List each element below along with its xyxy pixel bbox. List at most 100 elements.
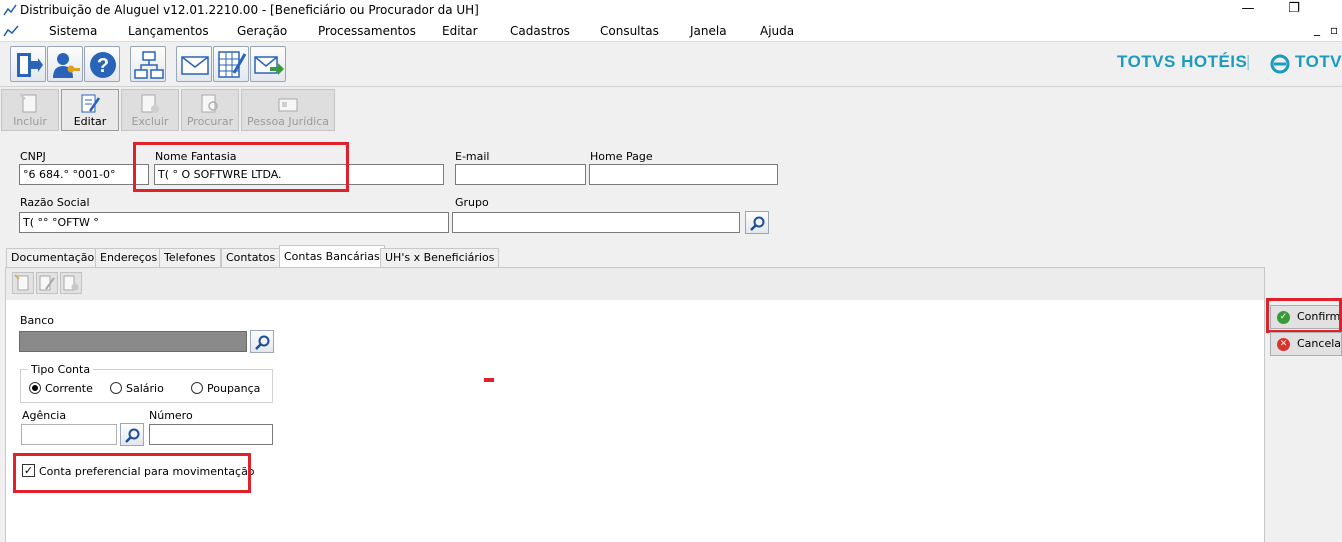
red-marker — [484, 378, 494, 382]
radio-salario[interactable] — [110, 382, 122, 394]
menu-cadastros[interactable]: Cadastros — [510, 24, 570, 38]
razao-social-field[interactable]: T( °° °OFTW ° — [19, 212, 449, 233]
grupo-lookup-button[interactable] — [745, 211, 769, 234]
mdi-chart-icon — [3, 25, 19, 37]
menu-ajuda[interactable]: Ajuda — [760, 24, 794, 38]
procurar-label: Procurar — [186, 115, 234, 128]
email-label: E-mail — [455, 150, 490, 163]
org-chart-button[interactable] — [130, 46, 166, 82]
salario-label: Salário — [126, 382, 164, 395]
confirmar-highlight — [1266, 298, 1342, 333]
exit-button[interactable] — [10, 46, 46, 82]
search-icon — [750, 216, 765, 231]
svg-text:?: ? — [97, 55, 109, 77]
spreadsheet-edit-icon — [218, 51, 247, 78]
incluir-button[interactable]: Incluir — [1, 89, 59, 131]
user-permissions-button[interactable] — [47, 46, 83, 82]
agencia-lookup-button[interactable] — [120, 423, 144, 446]
user-key-icon — [53, 53, 80, 78]
tab-contatos[interactable]: Contatos — [221, 248, 281, 267]
delete-document-icon — [63, 275, 79, 291]
window-title: Distribuição de Aluguel v12.01.2210.00 -… — [20, 3, 479, 17]
conta-preferencial-highlight — [13, 453, 251, 493]
editar-label: Editar — [73, 115, 107, 128]
cnpj-field[interactable]: °6 684.° °001-0° — [19, 164, 149, 185]
pessoa-juridica-label: Pessoa Jurídica — [246, 115, 330, 128]
search-document-icon — [201, 94, 218, 113]
tipo-conta-label: Tipo Conta — [28, 363, 94, 376]
cancelar-button[interactable]: ✕ Cancelar — [1270, 332, 1342, 356]
brand-separator: | — [1246, 52, 1251, 71]
cancelar-label: Cancelar — [1297, 337, 1342, 350]
menu-geracao[interactable]: Geração — [237, 24, 287, 38]
excluir-label: Excluir — [131, 115, 169, 128]
excluir-button[interactable]: Excluir — [121, 89, 179, 131]
agencia-field[interactable] — [21, 424, 117, 445]
radio-corrente[interactable] — [29, 382, 41, 394]
spreadsheet-edit-button[interactable] — [213, 46, 249, 82]
search-icon — [125, 428, 140, 443]
menu-editar[interactable]: Editar — [442, 24, 478, 38]
child-minimize-button[interactable]: _ — [1314, 22, 1320, 36]
razao-social-label: Razão Social — [20, 196, 90, 209]
add-account-button[interactable] — [12, 272, 34, 294]
new-document-icon — [19, 93, 37, 113]
tab-telefones[interactable]: Telefones — [159, 248, 221, 267]
editar-button[interactable]: Editar — [61, 89, 119, 131]
procurar-button[interactable]: Procurar — [181, 89, 239, 131]
menu-lancamentos[interactable]: Lançamentos — [128, 24, 209, 38]
totvs-logo-text: TOTVS — [1295, 52, 1342, 71]
cancel-circle-icon: ✕ — [1277, 338, 1290, 351]
nome-fantasia-highlight — [133, 142, 349, 192]
edit-account-button[interactable] — [36, 272, 58, 294]
totvs-hoteis-logo: TOTVS HOTÉIS — [1117, 52, 1248, 71]
corrente-label: Corrente — [45, 382, 93, 395]
edit-document-icon — [39, 275, 55, 291]
banco-lookup-button[interactable] — [250, 330, 274, 353]
menu-bar: Sistema Lançamentos Geração Processament… — [0, 20, 1342, 42]
numero-field[interactable] — [149, 424, 273, 445]
company-card-icon — [278, 98, 298, 112]
mail-button[interactable] — [176, 46, 212, 82]
menu-janela[interactable]: Janela — [690, 24, 727, 38]
menu-processamentos[interactable]: Processamentos — [318, 24, 416, 38]
banco-field[interactable] — [19, 331, 247, 352]
restore-button[interactable]: ❐ — [1271, 0, 1317, 20]
minimize-button[interactable]: — — [1225, 0, 1271, 20]
tab-uhs-beneficiarios[interactable]: UH's x Beneficiários — [380, 248, 500, 267]
mail-icon — [181, 56, 209, 75]
radio-poupanca[interactable] — [191, 382, 203, 394]
pessoa-juridica-button[interactable]: Pessoa Jurídica — [241, 89, 335, 131]
email-field[interactable] — [455, 164, 586, 185]
tab-contas-bancarias[interactable]: Contas Bancárias — [279, 245, 385, 268]
grupo-field[interactable] — [452, 212, 740, 233]
tab-documentacao[interactable]: Documentação — [6, 248, 100, 267]
home-page-label: Home Page — [590, 150, 653, 163]
tab-enderecos[interactable]: Endereços — [95, 248, 163, 267]
search-icon — [255, 335, 270, 350]
title-bar: Distribuição de Aluguel v12.01.2210.00 -… — [0, 0, 1342, 20]
banco-label: Banco — [20, 314, 55, 327]
menu-consultas[interactable]: Consultas — [600, 24, 659, 38]
app-chart-icon — [3, 4, 17, 16]
accounts-toolbar — [6, 268, 1264, 300]
org-chart-icon — [134, 51, 164, 79]
numero-label: Número — [149, 409, 193, 422]
grupo-label: Grupo — [455, 196, 489, 209]
cnpj-label: CNPJ — [20, 150, 46, 163]
help-button[interactable]: ? — [84, 46, 120, 82]
mail-send-icon — [254, 56, 284, 75]
exit-door-icon — [17, 53, 43, 77]
poupanca-label: Poupança — [207, 382, 261, 395]
incluir-label: Incluir — [13, 115, 47, 128]
delete-account-button[interactable] — [60, 272, 82, 294]
totvs-logo-icon — [1270, 54, 1290, 74]
menu-sistema[interactable]: Sistema — [49, 24, 97, 38]
edit-document-icon — [81, 94, 101, 113]
child-restore-button[interactable]: ▫ — [1330, 23, 1338, 37]
home-page-field[interactable] — [589, 164, 778, 185]
new-document-icon — [14, 274, 29, 291]
help-icon: ? — [90, 52, 116, 78]
agencia-label: Agência — [22, 409, 67, 422]
mail-send-button[interactable] — [250, 46, 286, 82]
